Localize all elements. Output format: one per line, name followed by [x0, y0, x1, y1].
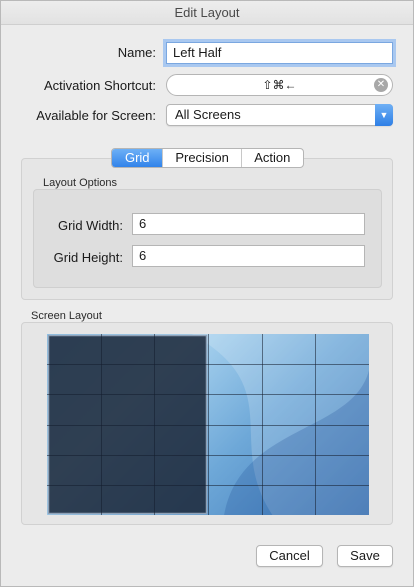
tab-precision[interactable]: Precision: [163, 149, 242, 167]
chevron-down-icon: ▼: [375, 104, 393, 126]
name-label: Name:: [117, 45, 156, 60]
grid-height-field[interactable]: 6: [132, 245, 365, 267]
screen-layout-title: Screen Layout: [31, 310, 102, 322]
tab-bar: Grid Precision Action: [111, 148, 304, 168]
save-button[interactable]: Save: [337, 545, 393, 567]
grid-height-label: Grid Height:: [53, 250, 123, 265]
layout-options-box: [33, 189, 382, 288]
shortcut-label: Activation Shortcut:: [44, 78, 156, 93]
screen-grid[interactable]: [47, 334, 369, 515]
name-field[interactable]: Left Half: [166, 42, 393, 64]
edit-layout-window: Edit Layout Name: Left Half Activation S…: [0, 0, 414, 587]
screen-label: Available for Screen:: [36, 108, 156, 123]
screen-preview[interactable]: [47, 334, 369, 515]
selected-region: [47, 334, 208, 515]
tab-grid[interactable]: Grid: [112, 149, 164, 167]
shortcut-value: ⇧⌘←: [262, 78, 297, 92]
window-title: Edit Layout: [1, 1, 413, 25]
screen-popup[interactable]: All Screens ▼: [166, 104, 393, 126]
shortcut-recorder[interactable]: ⇧⌘← ✕: [166, 74, 393, 96]
grid-width-field[interactable]: 6: [132, 213, 365, 235]
layout-options-title: Layout Options: [43, 177, 117, 189]
cancel-button[interactable]: Cancel: [256, 545, 323, 567]
grid-width-label: Grid Width:: [57, 218, 123, 233]
tab-action[interactable]: Action: [242, 149, 303, 167]
clear-shortcut-icon[interactable]: ✕: [374, 78, 388, 92]
screen-popup-value: All Screens: [175, 107, 241, 122]
